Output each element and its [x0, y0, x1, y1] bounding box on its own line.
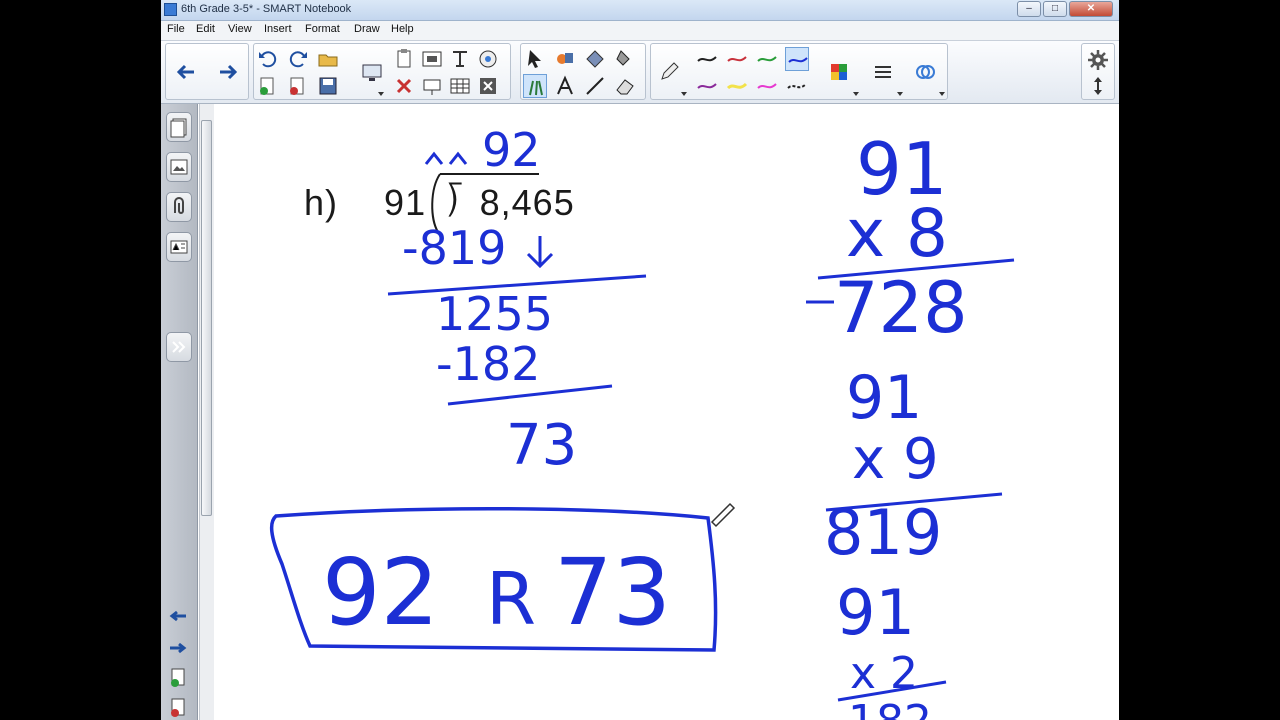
- ink-quotient: 92: [482, 123, 541, 177]
- toolbar: [161, 41, 1119, 104]
- undo-icon[interactable]: [256, 47, 280, 71]
- menu-draw[interactable]: Draw: [354, 23, 380, 35]
- show-hide-icon[interactable]: [420, 74, 444, 98]
- document-camera-icon[interactable]: [476, 47, 500, 71]
- menu-help[interactable]: Help: [391, 23, 414, 35]
- text-tool-icon[interactable]: [448, 47, 472, 71]
- screen-shade-icon[interactable]: [360, 60, 384, 84]
- ink-first-difference: 1255: [436, 287, 553, 341]
- color-palette-icon[interactable]: [827, 60, 851, 84]
- save-icon[interactable]: [316, 74, 340, 98]
- back-page-icon[interactable]: [166, 604, 192, 634]
- side-tabs: [161, 104, 198, 720]
- pen-style-green-icon[interactable]: [755, 47, 779, 71]
- paste-icon[interactable]: [392, 47, 416, 71]
- ink-check2-result: 819: [824, 496, 942, 569]
- next-page-icon[interactable]: [216, 60, 240, 84]
- open-folder-icon[interactable]: [316, 47, 340, 71]
- shapes-icon[interactable]: [583, 47, 607, 71]
- pen-tool-icon[interactable]: [657, 60, 681, 84]
- nav-group: [165, 43, 249, 100]
- ink-remainder: 73: [506, 413, 577, 478]
- pen-style-yellow-icon[interactable]: [725, 74, 749, 98]
- edit-group: [253, 43, 511, 100]
- ink-answer-remainder: 73: [554, 539, 671, 646]
- handwriting-layer: 92 -819 1255 -182 73 92 R 73 91 x 8 728: [269, 123, 1015, 720]
- app-icon: [164, 3, 177, 16]
- menu-edit[interactable]: Edit: [196, 23, 215, 35]
- properties-tab-icon[interactable]: [166, 232, 192, 262]
- whiteboard-canvas[interactable]: h) 91 ⟌ 8,465 92 -819 1255 -182 73 92 R …: [214, 104, 1119, 720]
- pens-icon[interactable]: [523, 74, 547, 98]
- add-page-side-icon[interactable]: [166, 664, 192, 694]
- pen-style-blue-icon[interactable]: [785, 47, 809, 71]
- select-arrow-icon[interactable]: [523, 47, 547, 71]
- line-icon[interactable]: [583, 74, 607, 98]
- line-style-icon[interactable]: [871, 60, 895, 84]
- ink-check2-top: 91: [846, 363, 922, 433]
- ink-answer-quotient: 92: [322, 539, 439, 646]
- menu-bar: File Edit View Insert Format Draw Help: [161, 21, 1119, 41]
- ink-second-product: -182: [436, 337, 540, 391]
- ink-check3-result: 182: [848, 696, 932, 720]
- menu-insert[interactable]: Insert: [264, 23, 292, 35]
- gallery-icon[interactable]: [166, 152, 192, 182]
- text-icon[interactable]: [553, 74, 577, 98]
- vertical-scrollbar[interactable]: [199, 104, 214, 720]
- close-button[interactable]: ✕: [1069, 1, 1113, 17]
- eraser-icon[interactable]: [613, 74, 637, 98]
- table-icon[interactable]: [448, 74, 472, 98]
- tools-group: [520, 43, 646, 100]
- pen-style-purple-icon[interactable]: [695, 74, 719, 98]
- page-sorter-icon[interactable]: [166, 112, 192, 142]
- attachments-icon[interactable]: [166, 192, 192, 222]
- settings-group: [1081, 43, 1115, 100]
- properties-icon[interactable]: [913, 60, 937, 84]
- ink-answer-r: R: [486, 557, 536, 641]
- pen-style-magenta-icon[interactable]: [755, 74, 779, 98]
- expand-panel-icon[interactable]: [166, 332, 192, 362]
- fill-icon[interactable]: [613, 47, 637, 71]
- pen-styles-group: [650, 43, 948, 100]
- capture-icon[interactable]: [420, 47, 444, 71]
- ink-check1-mult: x 8: [846, 195, 948, 272]
- ink-check3-top: 91: [836, 576, 915, 649]
- pen-style-dashed-icon[interactable]: [785, 74, 809, 98]
- ink-first-product: -819: [402, 221, 506, 275]
- menu-format[interactable]: Format: [305, 23, 340, 35]
- menu-file[interactable]: File: [167, 23, 185, 35]
- gear-icon[interactable]: [1086, 48, 1110, 72]
- maximize-button[interactable]: □: [1043, 1, 1067, 17]
- window-title: 6th Grade 3-5* - SMART Notebook: [181, 3, 352, 15]
- title-bar: 6th Grade 3-5* - SMART Notebook – □ ✕: [161, 0, 1119, 21]
- toolbar-move-icon[interactable]: [1086, 74, 1110, 98]
- add-page-icon[interactable]: [256, 74, 280, 98]
- pen-style-black-icon[interactable]: [695, 47, 719, 71]
- minimize-button[interactable]: –: [1017, 1, 1041, 17]
- delete-page-side-icon[interactable]: [166, 694, 192, 720]
- close-tool-icon[interactable]: [476, 74, 500, 98]
- smart-notebook-window: 6th Grade 3-5* - SMART Notebook – □ ✕ Fi…: [161, 0, 1119, 720]
- redo-icon[interactable]: [286, 47, 310, 71]
- forward-page-icon[interactable]: [166, 634, 192, 664]
- previous-page-icon[interactable]: [174, 60, 198, 84]
- scrollbar-thumb[interactable]: [201, 120, 212, 516]
- delete-icon[interactable]: [392, 74, 416, 98]
- pen-style-red-icon[interactable]: [725, 47, 749, 71]
- ink-check2-mult: x 9: [852, 427, 939, 492]
- ink-check1-result: 728: [834, 267, 968, 349]
- delete-page-icon[interactable]: [286, 74, 310, 98]
- menu-view[interactable]: View: [228, 23, 252, 35]
- magic-pen-icon[interactable]: [553, 47, 577, 71]
